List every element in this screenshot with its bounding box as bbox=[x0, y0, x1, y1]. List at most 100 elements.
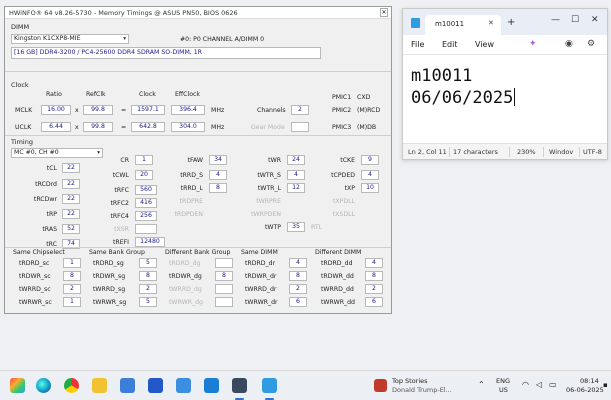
mclk-unit: MHz bbox=[211, 107, 225, 114]
dimm-slot: #0: P0 CHANNEL A/DIMM 0 bbox=[180, 36, 265, 43]
group-title: Same DIMM bbox=[241, 249, 278, 256]
status-line-ending[interactable]: Windov bbox=[549, 148, 573, 156]
timing-section-label: Timing bbox=[11, 138, 33, 146]
tcpded-label: tCPDED bbox=[331, 172, 355, 179]
cr-value: 1 bbox=[135, 155, 153, 165]
clock-section-label: Clock bbox=[11, 81, 29, 89]
status-encoding[interactable]: UTF-8 bbox=[583, 148, 602, 156]
channel-select[interactable]: MC #0, CH #0 ▾ bbox=[11, 148, 103, 158]
txsdll-label: tXSDLL bbox=[332, 211, 355, 218]
news-subtitle[interactable]: Donald Trump-El... bbox=[392, 386, 452, 394]
notification-bell-icon[interactable]: ▪ bbox=[603, 381, 608, 389]
chevron-down-icon: ▾ bbox=[97, 150, 100, 156]
file-explorer-icon[interactable] bbox=[92, 378, 107, 393]
battery-icon[interactable]: ▭ bbox=[549, 380, 557, 389]
wifi-icon[interactable]: ◠ bbox=[522, 380, 529, 389]
mclk-label: MCLK bbox=[15, 107, 33, 114]
tray-chevron-icon[interactable]: ⌃ bbox=[478, 380, 485, 389]
txsr-label: tXSR bbox=[114, 226, 129, 233]
language-line-1[interactable]: ENG bbox=[496, 377, 510, 385]
hwinfo-title-bar: HWiNFO® 64 v8.26-5730 - Memory Timings @… bbox=[5, 7, 391, 19]
status-divider bbox=[543, 147, 544, 157]
language-line-2[interactable]: US bbox=[499, 386, 508, 394]
menu-file[interactable]: File bbox=[411, 40, 424, 49]
dimm-module-select[interactable]: Kingston K1CXP8-MIE ▾ bbox=[11, 34, 129, 44]
group-row-value: 2 bbox=[63, 284, 81, 294]
trdpden-label: tRDPDEN bbox=[174, 211, 203, 218]
group-row-label: tWRWR_dd bbox=[321, 299, 355, 306]
group-row-value: 6 bbox=[289, 297, 307, 307]
group-row-value: 5 bbox=[139, 297, 157, 307]
speaker-icon[interactable]: ◁ bbox=[536, 380, 542, 389]
notepad-editor[interactable]: m10011 06/06/2025 bbox=[411, 65, 516, 109]
trfc-label: tRFC bbox=[114, 187, 129, 194]
app-icon[interactable] bbox=[204, 378, 219, 393]
weather-widget-icon[interactable] bbox=[10, 378, 25, 393]
maximize-button[interactable]: ☐ bbox=[571, 15, 579, 25]
group-row-value: 1 bbox=[63, 258, 81, 268]
group-row-label: tWRRD_sg bbox=[93, 286, 126, 293]
group-row-value: 6 bbox=[365, 297, 383, 307]
hwinfo-taskbar-icon[interactable] bbox=[232, 378, 247, 393]
group-row-value: 8 bbox=[365, 271, 383, 281]
trp-label: tRP bbox=[46, 211, 57, 218]
trfc-value: 560 bbox=[135, 185, 157, 195]
group-row-label: tWRWR_dr bbox=[245, 299, 278, 306]
pmic1-label: PMIC1 bbox=[332, 94, 352, 101]
uclk-op-eq: = bbox=[121, 124, 127, 131]
trcdrd-value: 22 bbox=[62, 179, 80, 189]
text-cursor bbox=[514, 88, 516, 106]
clock-date[interactable]: 06-06-2025 bbox=[566, 386, 604, 394]
minimize-button[interactable]: — bbox=[551, 15, 560, 25]
group-row-label: tRDRD_dr bbox=[245, 260, 276, 267]
channel-select-value: MC #0, CH #0 bbox=[14, 149, 59, 156]
tcke-value: 9 bbox=[361, 155, 379, 165]
new-tab-button[interactable]: + bbox=[507, 17, 515, 28]
group-row-label: tRDWR_dg bbox=[169, 273, 202, 280]
notepad-tab[interactable]: m10011 ✕ bbox=[425, 15, 501, 35]
tcl-label: tCL bbox=[46, 165, 57, 172]
notepad-taskbar-icon[interactable] bbox=[262, 378, 277, 393]
hwinfo-close-button[interactable]: ✕ bbox=[380, 8, 388, 17]
group-row-value: 2 bbox=[139, 284, 157, 294]
account-icon[interactable]: ◉ bbox=[565, 39, 573, 49]
editor-line-2: 06/06/2025 bbox=[411, 87, 516, 109]
twtrl-value: 12 bbox=[287, 183, 305, 193]
menu-view[interactable]: View bbox=[475, 40, 494, 49]
gear-icon[interactable]: ⚙ bbox=[587, 39, 595, 49]
rtl-label: RTL bbox=[311, 224, 323, 231]
trfc2-label: tRFC2 bbox=[110, 200, 129, 207]
notepad-menu-bar: File Edit View ✦ ◉ ⚙ bbox=[403, 35, 607, 55]
trfc4-value: 256 bbox=[135, 211, 157, 221]
group-row-value: 4 bbox=[289, 258, 307, 268]
mclk-clock: 1597.1 bbox=[131, 105, 165, 115]
pmic1-value: CXD bbox=[357, 94, 371, 101]
txp-label: tXP bbox=[344, 185, 355, 192]
menu-edit[interactable]: Edit bbox=[442, 40, 458, 49]
news-title[interactable]: Top Stories bbox=[392, 377, 428, 385]
status-zoom[interactable]: 230% bbox=[517, 148, 536, 156]
close-button[interactable]: ✕ bbox=[591, 15, 599, 25]
channels-value: 2 bbox=[291, 105, 309, 115]
clock-col-clock: Clock bbox=[139, 91, 156, 98]
group-row-label: tWRWR_sg bbox=[93, 299, 127, 306]
txsr-value bbox=[135, 224, 157, 234]
news-thumbnail[interactable] bbox=[374, 379, 387, 392]
copilot-icon[interactable]: ✦ bbox=[529, 39, 537, 49]
divider bbox=[5, 71, 391, 72]
group-row-label: tWRWR_dg bbox=[169, 299, 203, 306]
group-row-label: tRDWR_sg bbox=[93, 273, 126, 280]
store-icon[interactable] bbox=[148, 378, 163, 393]
edge-browser-icon[interactable] bbox=[36, 378, 51, 393]
pmic2-value: (M)RCD bbox=[357, 107, 381, 114]
tab-close-icon[interactable]: ✕ bbox=[488, 19, 494, 27]
gear-mode-label: Gear Mode bbox=[251, 124, 285, 131]
photos-icon[interactable] bbox=[176, 378, 191, 393]
chrome-browser-icon[interactable] bbox=[64, 378, 79, 393]
outlook-icon[interactable] bbox=[120, 378, 135, 393]
clock-col-ratio: Ratio bbox=[46, 91, 62, 98]
status-position: Ln 2, Col 11 bbox=[408, 148, 447, 156]
group-row-label: tRDRD_dg bbox=[169, 260, 201, 267]
tras-label: tRAS bbox=[42, 226, 57, 233]
clock-time[interactable]: 08:14 bbox=[580, 377, 599, 385]
